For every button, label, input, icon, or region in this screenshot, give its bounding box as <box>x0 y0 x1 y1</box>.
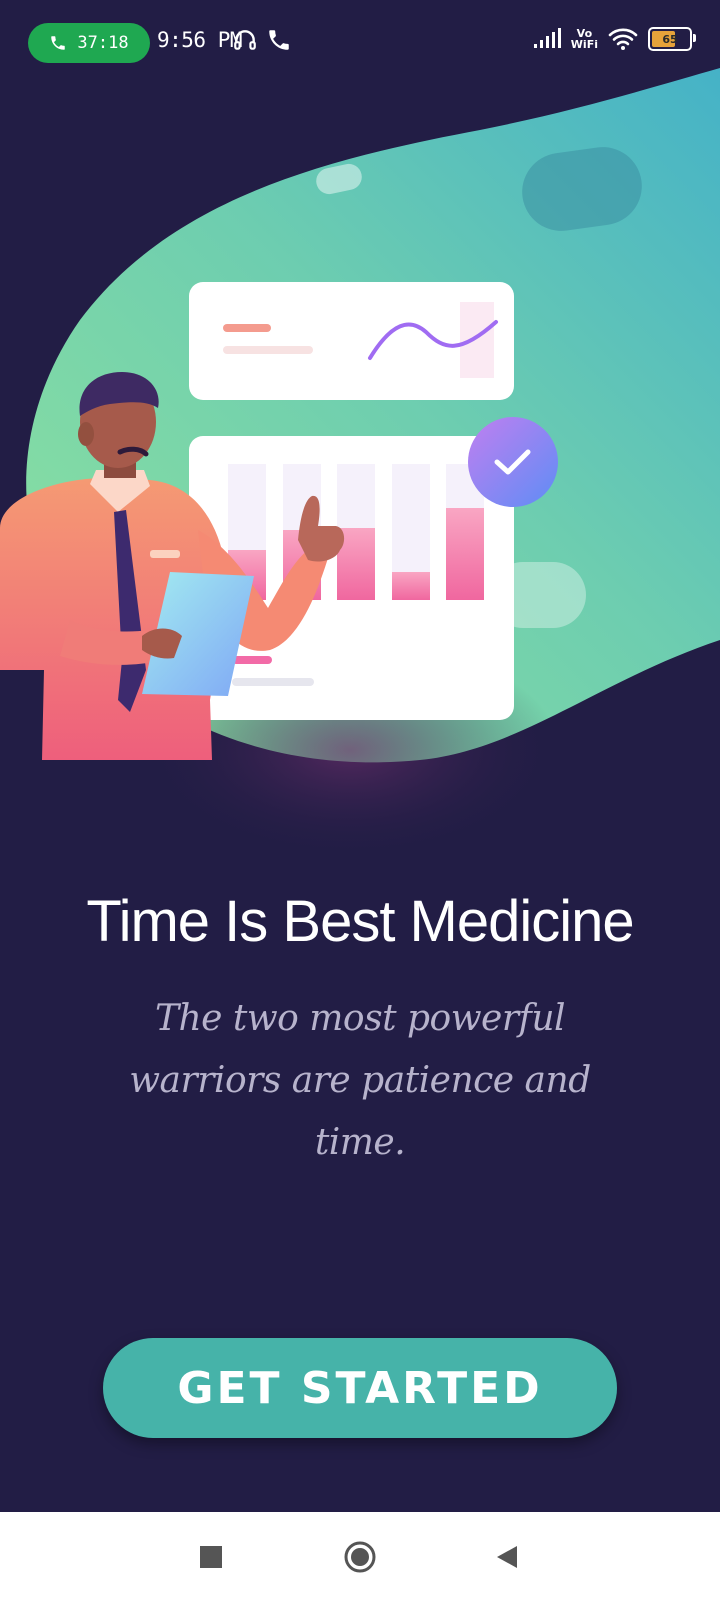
home-circle-icon <box>344 1541 376 1573</box>
bar <box>392 572 430 600</box>
signal-icon <box>533 28 561 48</box>
check-badge-icon <box>468 417 558 507</box>
status-system-icons: Vo WiFi 65 <box>533 27 696 51</box>
get-started-button[interactable]: GET STARTED <box>103 1338 617 1438</box>
battery-level: 65 <box>662 32 678 46</box>
status-bar: 37:18 9:56 PM Vo WiFi 65 <box>0 0 720 80</box>
card-line <box>232 678 314 686</box>
headset-icon <box>234 30 256 50</box>
vowifi-indicator: Vo WiFi <box>571 28 598 50</box>
card-line <box>232 656 272 664</box>
card-line <box>223 324 271 332</box>
back-button[interactable] <box>482 1532 532 1582</box>
system-navigation-bar <box>0 1512 720 1600</box>
recents-button[interactable] <box>186 1532 236 1582</box>
card-line <box>223 346 313 354</box>
onboarding-subtitle: The two most powerful warriors are patie… <box>129 998 591 1163</box>
wifi-icon <box>608 28 638 50</box>
phone-icon <box>269 30 289 50</box>
bar <box>446 508 484 600</box>
phone-icon <box>51 36 66 50</box>
call-timer: 37:18 <box>77 33 129 53</box>
business-analytics-illustration <box>0 60 720 860</box>
vowifi-label-bottom: WiFi <box>570 38 598 51</box>
ongoing-call-chip[interactable]: 37:18 <box>28 23 150 63</box>
battery-icon: 65 <box>648 27 696 51</box>
back-triangle-icon <box>497 1546 517 1568</box>
status-notification-icons <box>232 27 292 53</box>
card-highlight <box>460 302 494 378</box>
illustration-artwork <box>0 68 720 860</box>
onboarding-title: Time Is Best Medicine <box>86 889 634 954</box>
status-time: 9:56 PM <box>157 28 243 52</box>
home-button[interactable] <box>335 1532 385 1582</box>
onboarding-screen: 37:18 9:56 PM Vo WiFi 65 Time Is Best Me… <box>0 0 720 1512</box>
recents-square-icon <box>200 1546 222 1568</box>
